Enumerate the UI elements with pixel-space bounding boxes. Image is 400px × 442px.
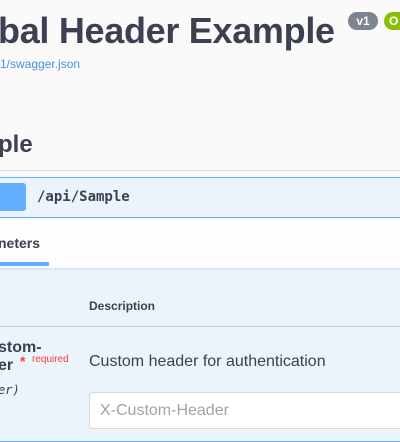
- operation-path[interactable]: /api/Sample: [37, 189, 130, 205]
- required-label: required: [32, 354, 69, 365]
- section-divider: [0, 170, 400, 171]
- parameter-type: er): [0, 383, 20, 397]
- spec-url-link[interactable]: 1/swagger.json: [0, 57, 80, 71]
- info-title: bal Header Example: [0, 10, 335, 51]
- version-badge: v1: [348, 12, 378, 30]
- table-header-divider: [0, 326, 400, 327]
- parameter-name-line2: er: [0, 357, 14, 374]
- tab-active-indicator: [0, 262, 49, 266]
- oas-badge: O: [384, 12, 400, 30]
- parameter-description: Custom header for authentication: [89, 353, 326, 370]
- custom-header-input[interactable]: [89, 392, 400, 429]
- required-star: *: [20, 353, 26, 369]
- section-title[interactable]: ple: [0, 131, 33, 159]
- http-method-badge[interactable]: [0, 183, 26, 211]
- operation-tabs: [0, 219, 400, 268]
- column-header-description: Description: [89, 299, 156, 313]
- tab-parameters[interactable]: neters: [0, 235, 40, 251]
